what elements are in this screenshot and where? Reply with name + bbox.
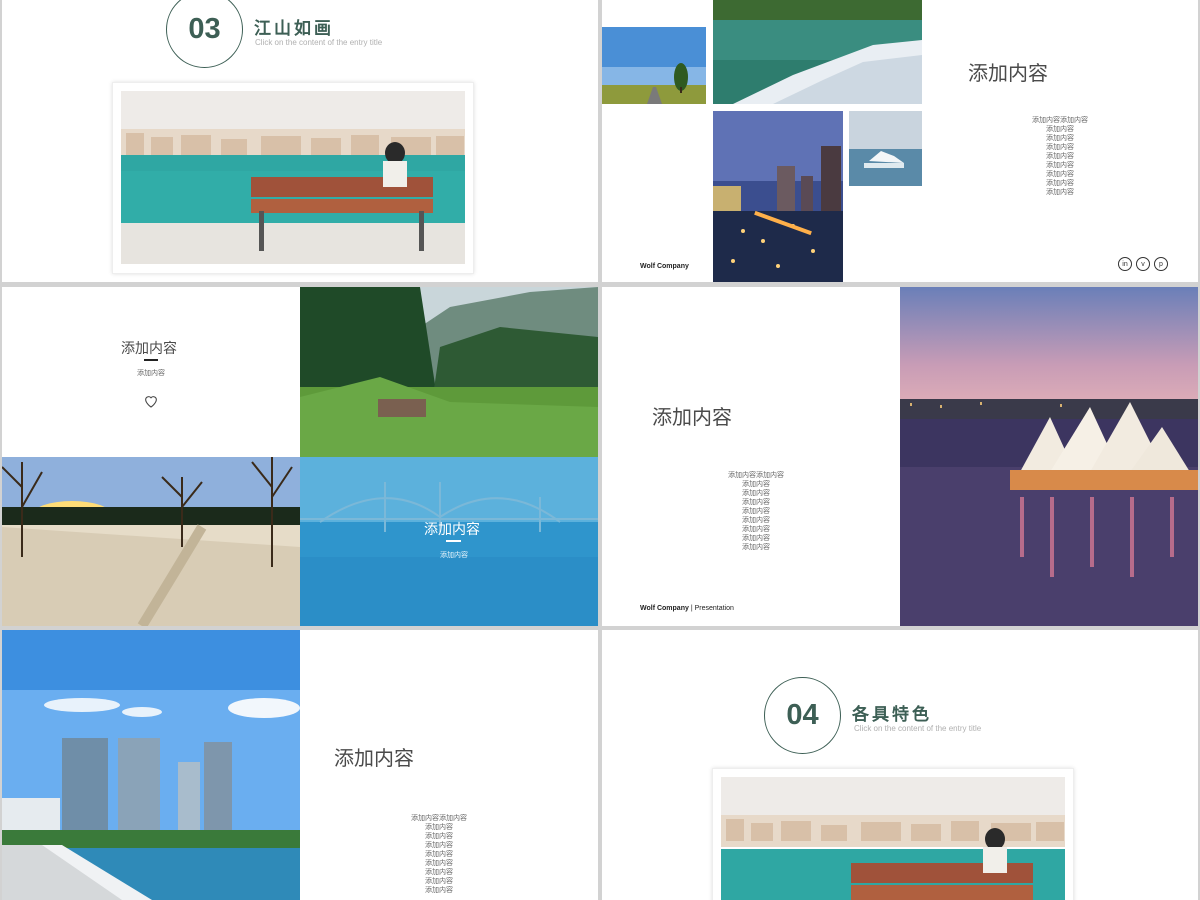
nature-sub: 添加内容	[137, 369, 165, 377]
section-title: 各具特色	[852, 705, 932, 725]
section-subtitle: Click on the content of the entry title	[854, 724, 982, 733]
night-city-photo	[713, 111, 843, 282]
opera-heading: 添加内容	[652, 405, 732, 429]
city-body-text: 添加内容添加内容 添加内容 添加内容 添加内容 添加内容 添加内容 添加内容 添…	[411, 814, 467, 894]
company-name-text: Wolf Company	[640, 263, 689, 270]
linkedin-icon[interactable]: in	[1118, 257, 1132, 271]
city-towers-photo	[2, 630, 300, 900]
slide-section-03[interactable]: 03 江山如画 Click on the content of the entr…	[2, 0, 598, 282]
presentation-company: Wolf Company | Presentation	[640, 605, 734, 612]
sydney-opera-photo	[900, 287, 1198, 626]
section-number-badge: 03	[166, 0, 243, 68]
presentation-label: | Presentation	[688, 605, 734, 612]
slide-section-04[interactable]: 04 各具特色 Click on the content of the entr…	[602, 630, 1198, 900]
gallery-body-text: 添加内容添加内容 添加内容 添加内容 添加内容 添加内容 添加内容 添加内容 添…	[1032, 116, 1088, 196]
slide-gallery-grid[interactable]: 添加内容 添加内容添加内容 添加内容 添加内容 添加内容 添加内容 添加内容 添…	[602, 0, 1198, 282]
city-heading: 添加内容	[334, 746, 414, 770]
forest-meadow-photo	[300, 287, 598, 457]
overlay-underline	[446, 540, 461, 542]
slide-city-waterfront[interactable]: 添加内容 添加内容添加内容 添加内容 添加内容 添加内容 添加内容 添加内容 添…	[2, 630, 598, 900]
section-title: 江山如画	[254, 19, 334, 39]
pinterest-icon[interactable]: p	[1154, 257, 1168, 271]
slide-nature-grid[interactable]: 添加内容 添加内容 添加内容 添加内容	[2, 287, 598, 626]
mountain-lake-photo	[713, 0, 922, 104]
nature-heading: 添加内容	[121, 341, 177, 357]
company-name-text: Wolf Company	[640, 605, 689, 612]
heading-underline	[144, 359, 158, 361]
winter-sunset-photo	[2, 457, 300, 626]
overlay-heading: 添加内容	[424, 522, 480, 538]
section-subtitle: Click on the content of the entry title	[255, 38, 383, 47]
company-name: Wolf Company	[640, 263, 689, 270]
gallery-heading: 添加内容	[968, 61, 1048, 85]
opera-body-text: 添加内容添加内容 添加内容 添加内容 添加内容 添加内容 添加内容 添加内容 添…	[728, 471, 784, 551]
road-tree-photo	[602, 27, 706, 104]
bench-lake-photo	[721, 777, 1065, 900]
overlay-sub: 添加内容	[440, 551, 468, 559]
social-icons: in v p	[1118, 257, 1168, 271]
section-number-badge: 04	[764, 677, 841, 754]
vimeo-icon[interactable]: v	[1136, 257, 1150, 271]
heart-icon[interactable]	[143, 393, 159, 413]
iceberg-photo	[849, 111, 922, 186]
bench-lake-photo	[121, 91, 465, 264]
slide-opera-house[interactable]: 添加内容 添加内容添加内容 添加内容 添加内容 添加内容 添加内容 添加内容 添…	[602, 287, 1198, 626]
